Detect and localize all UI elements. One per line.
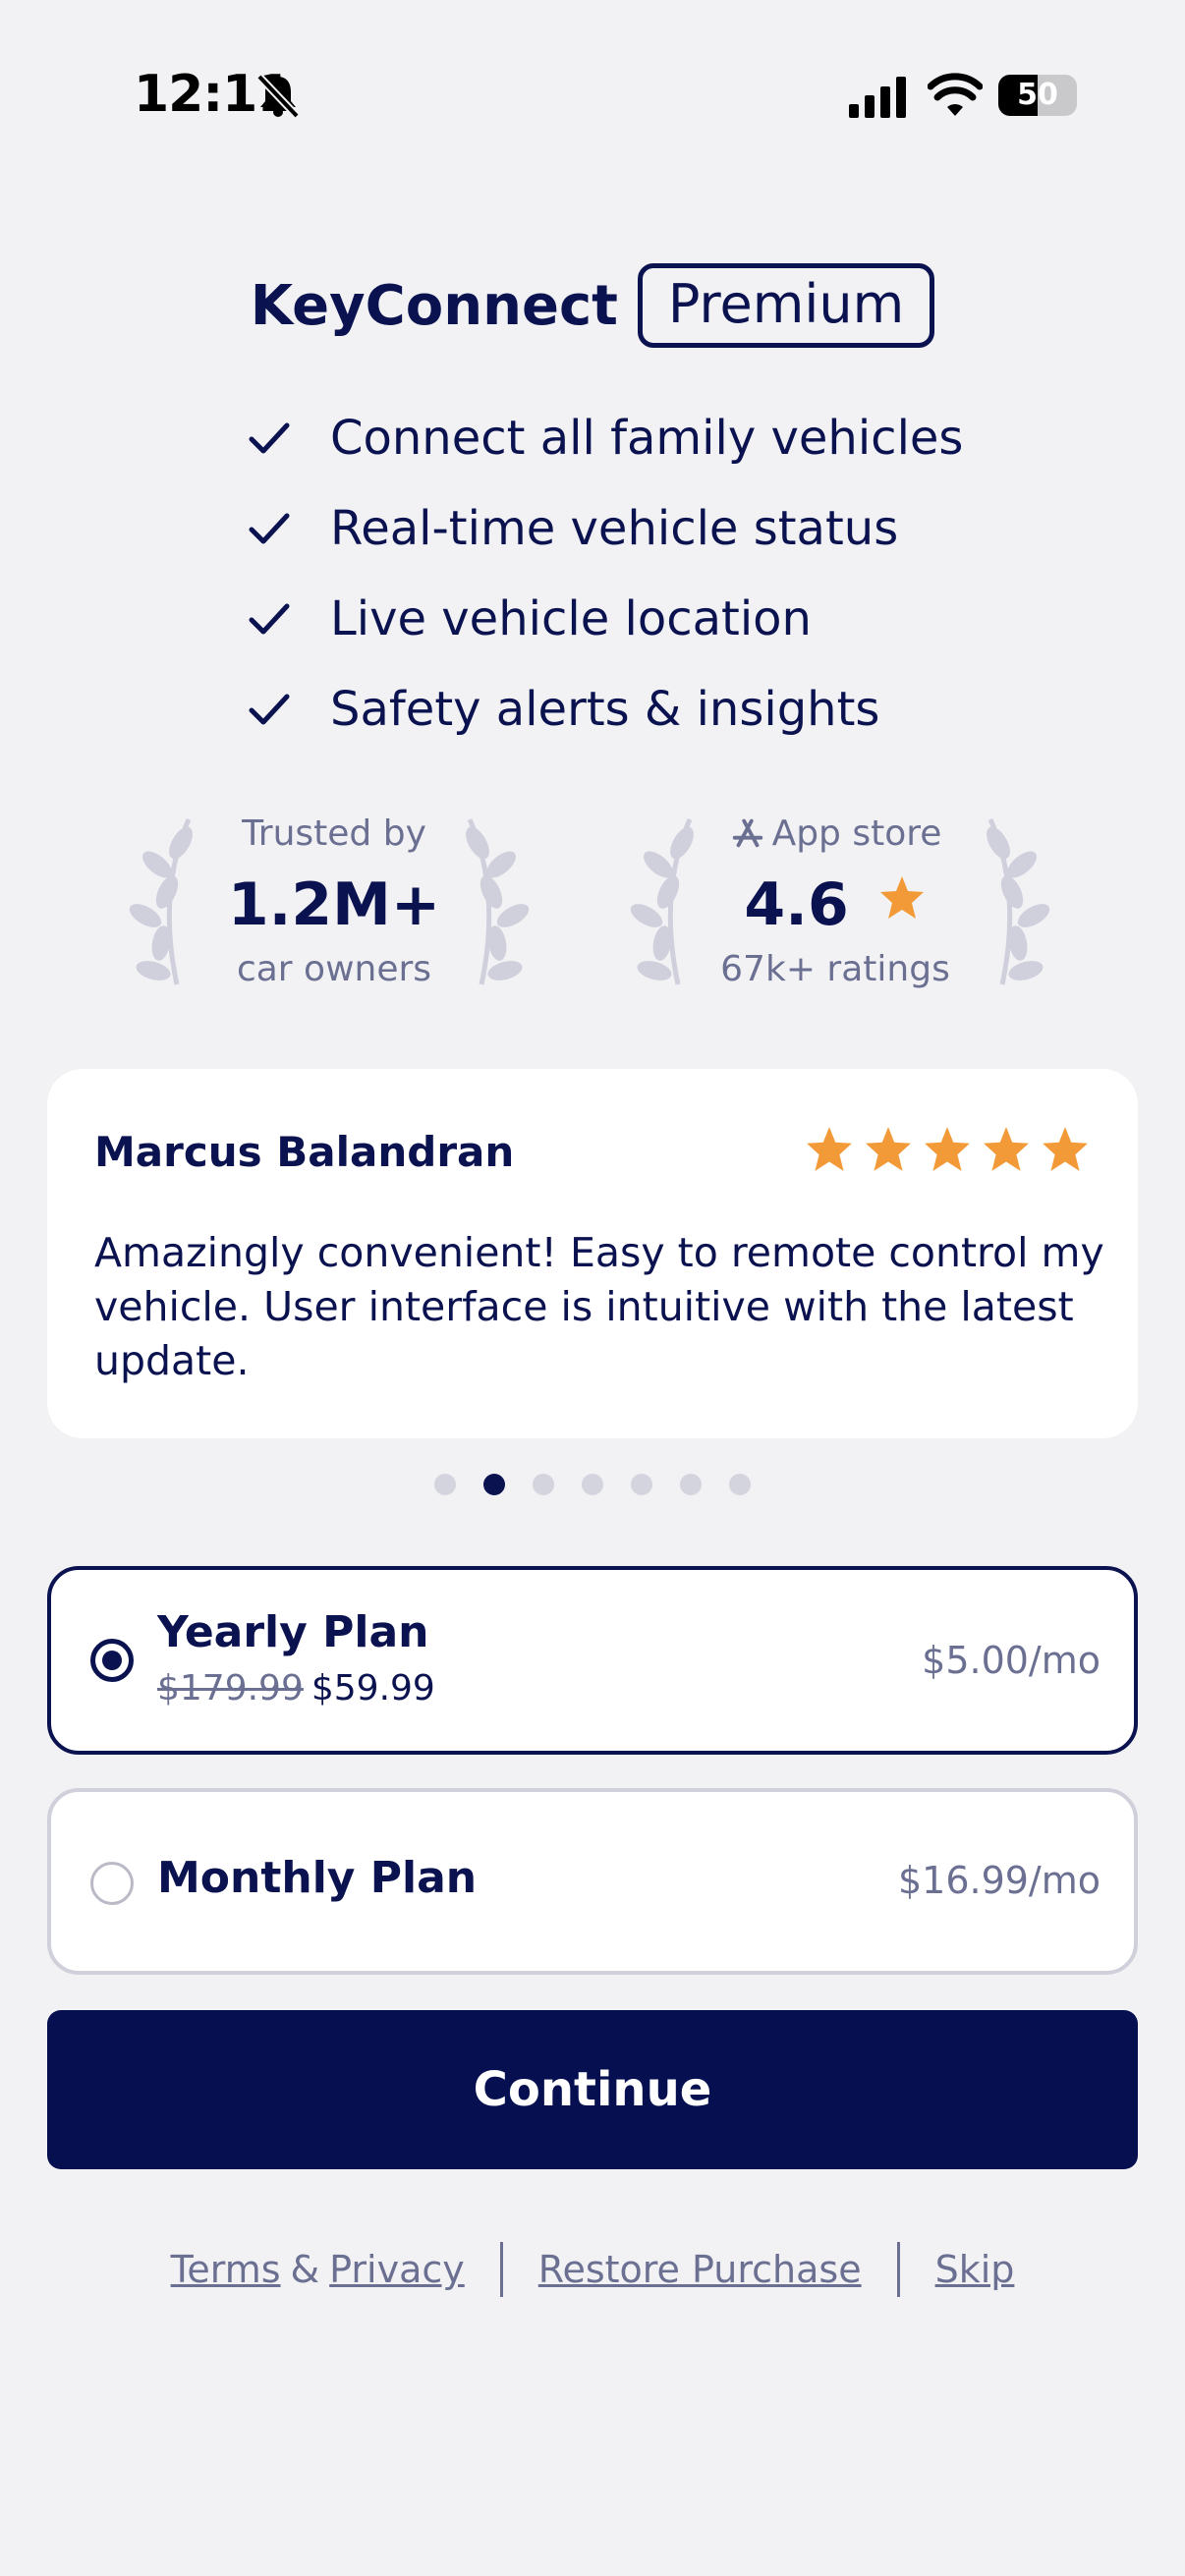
monthly-radio[interactable]: [90, 1862, 134, 1905]
review-stars: [804, 1124, 1091, 1175]
continue-button[interactable]: Continue: [47, 2010, 1138, 2169]
app-store-icon: [732, 818, 762, 848]
appstore-ratings-count: 67k+ ratings: [720, 949, 950, 989]
footer-divider: [896, 2242, 900, 2297]
page-dot[interactable]: [582, 1474, 603, 1495]
yearly-plan-name: Yearly Plan: [157, 1607, 429, 1657]
cellular-signal-icon: [849, 77, 906, 118]
monthly-plan-option[interactable]: Monthly Plan $16.99/mo: [47, 1788, 1138, 1975]
page-dot[interactable]: [680, 1474, 702, 1495]
checkmark-icon: [249, 694, 290, 725]
ampersand: &: [290, 2248, 320, 2291]
monthly-plan-name: Monthly Plan: [157, 1853, 478, 1903]
bell-slash-icon: [256, 74, 300, 119]
feature-label: Safety alerts & insights: [330, 682, 880, 737]
feature-item: Connect all family vehicles: [246, 393, 963, 483]
privacy-link[interactable]: Privacy: [329, 2248, 465, 2291]
appstore-label: App store: [771, 813, 942, 854]
review-pagination: [0, 1474, 1185, 1495]
appstore-badge: App store 4.6 67k+ ratings: [629, 806, 1050, 1002]
appstore-label-row: App store: [629, 813, 1042, 854]
review-text: Amazingly convenient! Easy to remote con…: [94, 1229, 1104, 1384]
page-dot[interactable]: [533, 1474, 554, 1495]
appstore-rating-row: 4.6: [629, 870, 1042, 939]
trusted-sub: car owners: [236, 949, 432, 989]
checkmark-icon: [249, 603, 290, 635]
feature-item: Real-time vehicle status: [246, 483, 963, 574]
star-icon: [807, 1127, 852, 1171]
footer-links: Terms & Privacy Restore Purchase Skip: [0, 2242, 1185, 2297]
battery-indicator: 50: [998, 75, 1077, 116]
footer-divider: [499, 2242, 503, 2297]
trusted-label: Trusted by: [242, 813, 426, 854]
yearly-plan-pricing: $179.99 $59.99: [157, 1668, 435, 1708]
feature-item: Live vehicle location: [246, 574, 963, 664]
skip-link[interactable]: Skip: [935, 2248, 1015, 2291]
page-dot[interactable]: [631, 1474, 652, 1495]
yearly-radio[interactable]: [90, 1639, 134, 1682]
checkmark-icon: [249, 422, 290, 454]
page-dot-active[interactable]: [483, 1474, 505, 1495]
reviewer-name: Marcus Balandran: [94, 1128, 515, 1176]
yearly-plan-option[interactable]: Yearly Plan $179.99 $59.99 $5.00/mo: [47, 1566, 1138, 1755]
wifi-icon: [928, 73, 983, 116]
star-icon: [925, 1127, 970, 1171]
terms-link[interactable]: Terms: [171, 2248, 281, 2291]
feature-item: Safety alerts & insights: [246, 664, 963, 755]
battery-percent: 50: [1017, 78, 1058, 112]
star-icon: [866, 1127, 911, 1171]
feature-label: Real-time vehicle status: [330, 501, 899, 556]
star-icon: [1043, 1127, 1088, 1171]
star-icon: [879, 876, 924, 919]
appstore-rating: 4.6: [744, 870, 849, 939]
yearly-price: $59.99: [310, 1668, 435, 1708]
restore-purchase-link[interactable]: Restore Purchase: [538, 2248, 862, 2291]
premium-badge: Premium: [637, 263, 935, 348]
yearly-old-price: $179.99: [157, 1668, 304, 1708]
feature-list: Connect all family vehicles Real-time ve…: [246, 393, 963, 755]
feature-label: Live vehicle location: [330, 591, 812, 646]
trusted-badge: Trusted by 1.2M+ car owners: [128, 806, 540, 1002]
checkmark-icon: [249, 513, 290, 544]
monthly-per-month: $16.99/mo: [897, 1859, 1100, 1902]
brand-name: KeyConnect: [250, 273, 618, 338]
star-icon: [984, 1127, 1029, 1171]
yearly-per-month: $5.00/mo: [922, 1639, 1100, 1682]
page-dot[interactable]: [729, 1474, 751, 1495]
trusted-count: 1.2M+: [227, 870, 441, 939]
paywall-title: KeyConnect Premium: [0, 263, 1185, 348]
page-dot[interactable]: [434, 1474, 456, 1495]
feature-label: Connect all family vehicles: [330, 411, 964, 466]
